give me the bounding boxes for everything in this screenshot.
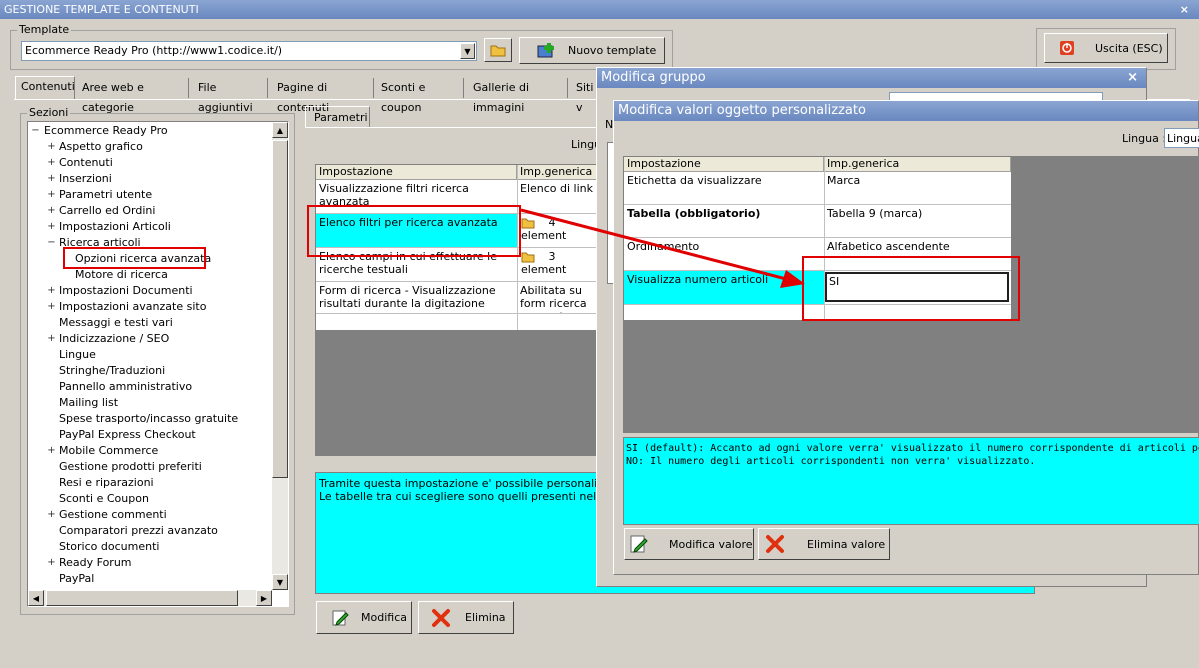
annotation-arrow xyxy=(520,208,805,288)
